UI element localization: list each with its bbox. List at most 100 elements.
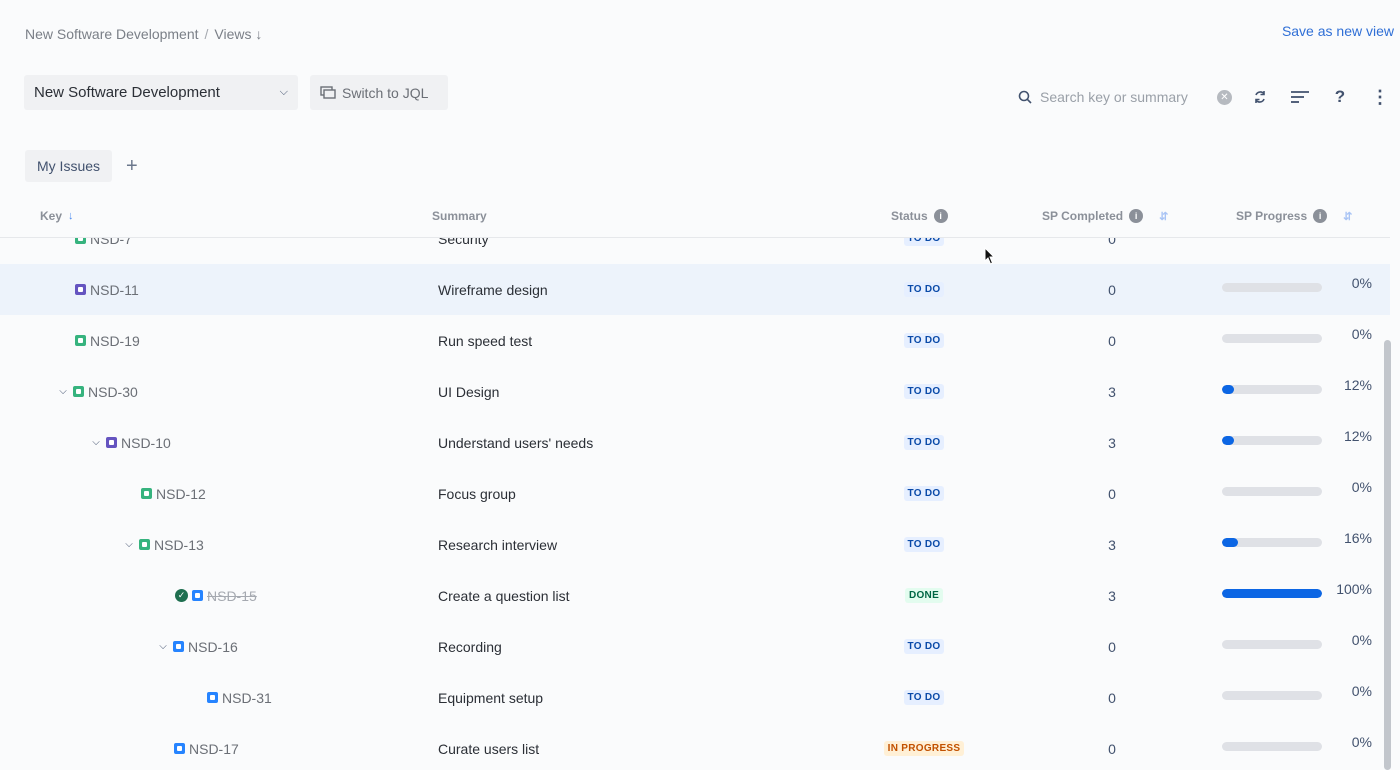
sp-completed-value: 3 <box>1108 383 1116 400</box>
table-row[interactable]: NSD-12 Focus group TO DO 0 0% <box>0 468 1390 519</box>
tab-my-issues[interactable]: My Issues <box>25 150 113 182</box>
issue-key[interactable]: NSD-11 <box>75 264 139 315</box>
chevron-down-icon[interactable]: ⌵ <box>57 386 69 397</box>
progress-bar <box>1222 589 1322 598</box>
status-badge[interactable]: DONE <box>904 588 944 603</box>
help-icon[interactable]: ? <box>1320 80 1360 114</box>
column-key-label: Key <box>40 209 63 223</box>
issue-key[interactable]: ⌵ NSD-30 <box>57 366 138 417</box>
status-cell: TO DO <box>864 621 984 672</box>
table-row[interactable]: NSD-11 Wireframe design TO DO 0 0% <box>0 264 1390 315</box>
task-icon <box>174 743 185 754</box>
breadcrumb-views[interactable]: Views ↓ <box>214 26 262 42</box>
status-badge[interactable]: TO DO <box>903 384 945 399</box>
status-badge[interactable]: TO DO <box>903 282 945 297</box>
switch-to-jql-button[interactable]: Switch to JQL <box>310 75 448 110</box>
issue-summary: Understand users' needs <box>438 434 594 451</box>
status-cell: TO DO <box>864 264 984 315</box>
table-row[interactable]: ⌵ NSD-13 Research interview TO DO 3 16% <box>0 519 1390 570</box>
vertical-scrollbar[interactable] <box>1384 340 1391 770</box>
save-as-new-view-link[interactable]: Save as new view <box>1282 23 1394 39</box>
jql-icon <box>320 85 336 99</box>
switch-to-jql-label: Switch to JQL <box>342 84 429 101</box>
chevron-down-icon[interactable]: ⌵ <box>157 641 169 652</box>
search-input[interactable]: Search key or summary <box>1040 89 1188 105</box>
status-badge[interactable]: TO DO <box>903 639 945 654</box>
table-row[interactable]: ✓ NSD-15 Create a question list DONE 3 1… <box>0 570 1390 621</box>
issue-summary: Create a question list <box>438 587 570 604</box>
column-status-label: Status <box>891 209 928 223</box>
sp-completed-info-icon[interactable]: i <box>1129 209 1144 223</box>
status-badge[interactable]: TO DO <box>903 238 945 246</box>
status-cell: DONE <box>864 570 984 621</box>
issue-table: NSD-7 Security TO DO 0 NSD-11 Wireframe … <box>0 237 1390 770</box>
status-badge[interactable]: TO DO <box>903 537 945 552</box>
status-cell: TO DO <box>864 672 984 723</box>
search-icon <box>1018 90 1032 104</box>
project-select[interactable]: New Software Development ⌵ <box>24 75 298 110</box>
issue-summary: Run speed test <box>438 332 533 349</box>
table-row[interactable]: NSD-31 Equipment setup TO DO 0 0% <box>0 672 1390 723</box>
issue-key[interactable]: NSD-17 <box>174 723 239 770</box>
task-icon <box>192 590 203 601</box>
issue-key[interactable]: ⌵ NSD-16 <box>157 621 238 672</box>
issue-key[interactable]: ⌵ NSD-13 <box>123 519 204 570</box>
add-tab-icon[interactable]: + <box>126 155 138 178</box>
refresh-icon[interactable] <box>1240 80 1280 114</box>
sort-options-icon[interactable] <box>1280 80 1320 114</box>
issue-summary: Curate users list <box>438 740 540 757</box>
sp-progress-info-icon[interactable]: i <box>1313 209 1328 223</box>
progress-bar <box>1222 640 1322 649</box>
sort-toggle-icon[interactable]: ⇵ <box>1159 210 1168 223</box>
breadcrumb: New Software Development / Views ↓ <box>25 26 262 42</box>
chevron-down-icon: ⌵ <box>279 86 288 98</box>
table-row[interactable]: NSD-19 Run speed test TO DO 0 0% <box>0 315 1390 366</box>
chevron-down-icon[interactable]: ⌵ <box>123 539 135 550</box>
more-options-icon[interactable]: ⋮ <box>1360 80 1400 114</box>
status-cell: TO DO <box>864 468 984 519</box>
column-status[interactable]: Status i <box>891 209 948 223</box>
table-row[interactable]: NSD-17 Curate users list IN PROGRESS 0 0… <box>0 723 1390 770</box>
issue-summary: UI Design <box>438 383 500 400</box>
progress-percent: 0% <box>1351 632 1372 648</box>
column-summary[interactable]: Summary <box>432 209 487 223</box>
table-row[interactable]: ⌵ NSD-10 Understand users' needs TO DO 3… <box>0 417 1390 468</box>
column-sp-completed[interactable]: SP Completed i ⇵ <box>1042 209 1168 223</box>
sort-toggle-icon[interactable]: ⇵ <box>1343 210 1352 223</box>
progress-bar <box>1222 385 1322 394</box>
clear-search-icon[interactable]: ✕ <box>1217 89 1232 105</box>
column-key[interactable]: Key ↓ <box>40 209 74 223</box>
status-badge[interactable]: TO DO <box>903 486 945 501</box>
table-row[interactable]: ⌵ NSD-16 Recording TO DO 0 0% <box>0 621 1390 672</box>
story-icon <box>75 335 86 346</box>
sp-completed-value: 0 <box>1108 638 1116 655</box>
issue-summary: Recording <box>438 638 502 655</box>
status-info-icon[interactable]: i <box>933 209 948 223</box>
issue-key[interactable]: NSD-19 <box>75 315 140 366</box>
table-row[interactable]: ⌵ NSD-30 UI Design TO DO 3 12% <box>0 366 1390 417</box>
sp-completed-value: 3 <box>1108 434 1116 451</box>
issue-key[interactable]: ✓ NSD-15 <box>175 570 257 621</box>
progress-percent: 12% <box>1343 377 1372 393</box>
column-sp-progress[interactable]: SP Progress i ⇵ <box>1236 209 1352 223</box>
issue-summary: Equipment setup <box>438 689 544 706</box>
status-badge[interactable]: TO DO <box>903 690 945 705</box>
progress-bar <box>1222 691 1322 700</box>
issue-key[interactable]: NSD-7 <box>75 238 132 264</box>
column-summary-label: Summary <box>432 209 487 223</box>
table-row[interactable]: NSD-7 Security TO DO 0 <box>0 238 1390 264</box>
progress-percent: 100% <box>1336 581 1372 597</box>
status-badge[interactable]: TO DO <box>903 435 945 450</box>
story-icon <box>141 488 152 499</box>
search-box[interactable]: Search key or summary ✕ <box>1010 80 1240 114</box>
chevron-down-icon[interactable]: ⌵ <box>90 437 102 448</box>
issue-key[interactable]: NSD-31 <box>207 672 272 723</box>
status-badge[interactable]: TO DO <box>903 333 945 348</box>
issue-key[interactable]: NSD-12 <box>141 468 206 519</box>
issue-summary: Wireframe design <box>438 281 548 298</box>
status-badge[interactable]: IN PROGRESS <box>883 741 965 756</box>
sp-completed-value: 3 <box>1108 587 1116 604</box>
issue-key[interactable]: ⌵ NSD-10 <box>90 417 171 468</box>
breadcrumb-project[interactable]: New Software Development <box>25 26 199 42</box>
sort-arrow-down-icon[interactable]: ↓ <box>68 210 74 222</box>
